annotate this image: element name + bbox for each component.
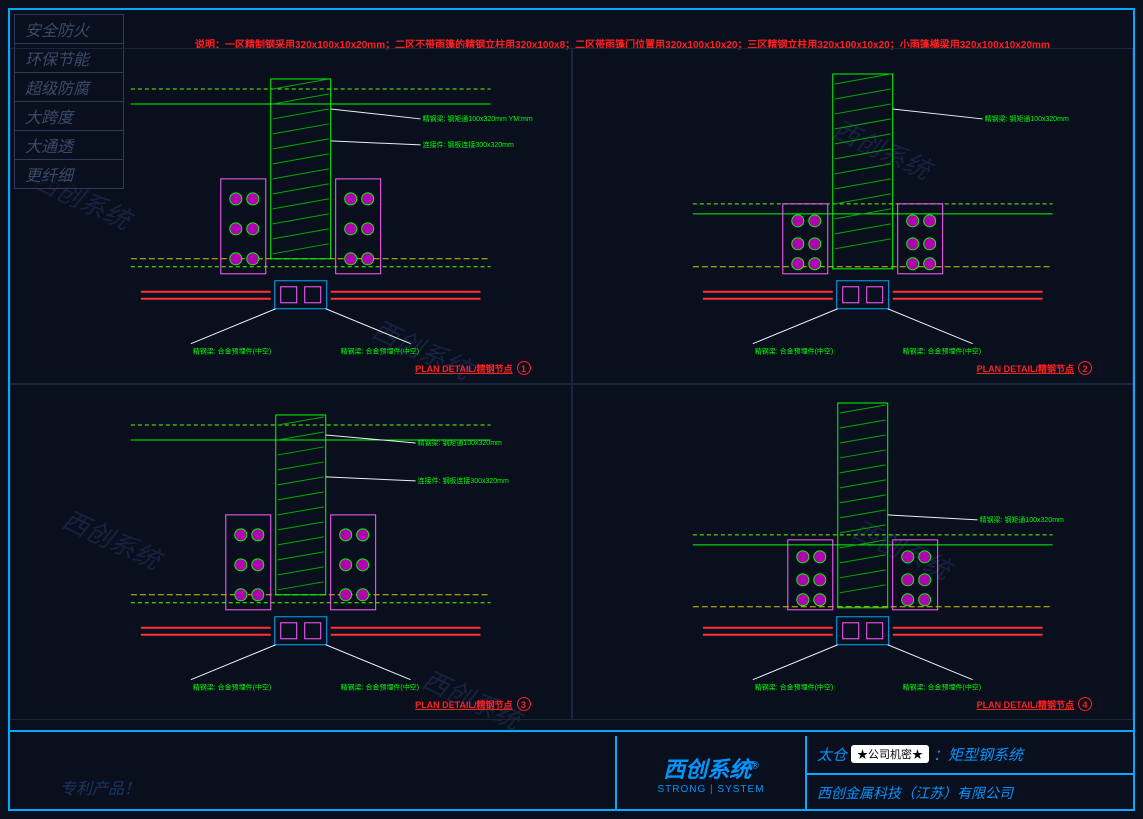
svg-text:连接件: 钢板连接300x320mm: 连接件: 钢板连接300x320mm xyxy=(423,140,514,149)
svg-text:精钢梁: 钢矩通100x320mm: 精钢梁: 钢矩通100x320mm xyxy=(984,114,1068,123)
svg-text:精钢梁: 合金预埋件(中空): 精钢梁: 合金预埋件(中空) xyxy=(902,347,980,356)
logo-subtext: STRONG | SYSTEM xyxy=(657,784,764,795)
detail-title: PLAN DETAIL/精钢节点2 xyxy=(977,361,1092,375)
svg-text:精钢梁: 钢矩通100x320mm YM:mm: 精钢梁: 钢矩通100x320mm YM:mm xyxy=(423,114,533,123)
svg-text:精钢梁: 合金预埋件(中空): 精钢梁: 合金预埋件(中空) xyxy=(341,347,419,356)
plan-detail-drawing: 精钢梁: 钢矩通100x320mm 精钢梁: 合金预埋件(中空) 精钢梁: 合金… xyxy=(573,385,1132,720)
svg-text:精钢梁: 钢矩通100x320mm: 精钢梁: 钢矩通100x320mm xyxy=(979,515,1063,524)
company-row: 西创金属科技（江苏）有限公司 xyxy=(807,775,1135,812)
detail-title: PLAN DETAIL/精钢节点1 xyxy=(415,361,530,375)
plan-detail-drawing: 精钢梁: 钢矩通100x320mm 连接件: 钢板连接300x320mm 精钢梁… xyxy=(11,385,570,720)
logo-cell: 西创系统® STRONG | SYSTEM xyxy=(617,736,807,811)
svg-text:精钢梁: 合金预埋件(中空): 精钢梁: 合金预埋件(中空) xyxy=(754,683,832,692)
svg-text:精钢梁: 钢矩通100x320mm: 精钢梁: 钢矩通100x320mm xyxy=(418,438,502,447)
svg-text:精钢梁: 合金预埋件(中空): 精钢梁: 合金预埋件(中空) xyxy=(193,683,271,692)
confidential-badge: ★公司机密★ xyxy=(851,745,929,763)
project-row: 太仓 ★公司机密★ ：矩型钢系统 xyxy=(807,736,1135,775)
title-block: 西创系统® STRONG | SYSTEM 太仓 ★公司机密★ ：矩型钢系统 西… xyxy=(615,736,1135,811)
plan-detail-drawing: 精钢梁: 钢矩通100x320mm 精钢梁: 合金预埋件(中空) 精钢梁: 合金… xyxy=(573,49,1132,384)
detail-title: PLAN DETAIL/精钢节点4 xyxy=(977,697,1092,711)
svg-text:精钢梁: 合金预埋件(中空): 精钢梁: 合金预埋件(中空) xyxy=(341,683,419,692)
svg-text:精钢梁: 合金预埋件(中空): 精钢梁: 合金预埋件(中空) xyxy=(754,347,832,356)
detail-view-4: 精钢梁: 钢矩通100x320mm 精钢梁: 合金预埋件(中空) 精钢梁: 合金… xyxy=(572,384,1134,720)
sidebar-item: 安全防火 xyxy=(14,14,124,44)
detail-title: PLAN DETAIL/精钢节点3 xyxy=(415,697,530,711)
svg-text:精钢梁: 合金预埋件(中空): 精钢梁: 合金预埋件(中空) xyxy=(902,683,980,692)
logo-text: 西创系统® xyxy=(663,752,758,784)
svg-text:精钢梁: 合金预埋件(中空): 精钢梁: 合金预埋件(中空) xyxy=(193,347,271,356)
svg-text:连接件: 钢板连接300x320mm: 连接件: 钢板连接300x320mm xyxy=(418,476,509,485)
detail-view-3: 精钢梁: 钢矩通100x320mm 连接件: 钢板连接300x320mm 精钢梁… xyxy=(10,384,572,720)
plan-detail-drawing: 精钢梁: 钢矩通100x320mm YM:mm 连接件: 钢板连接300x320… xyxy=(11,49,570,384)
detail-view-1: 精钢梁: 钢矩通100x320mm YM:mm 连接件: 钢板连接300x320… xyxy=(10,48,572,384)
detail-view-2: 精钢梁: 钢矩通100x320mm 精钢梁: 合金预埋件(中空) 精钢梁: 合金… xyxy=(572,48,1134,384)
patent-note: 专利产品！ xyxy=(60,775,140,799)
drawing-grid: 精钢梁: 钢矩通100x320mm YM:mm 连接件: 钢板连接300x320… xyxy=(10,48,1133,720)
